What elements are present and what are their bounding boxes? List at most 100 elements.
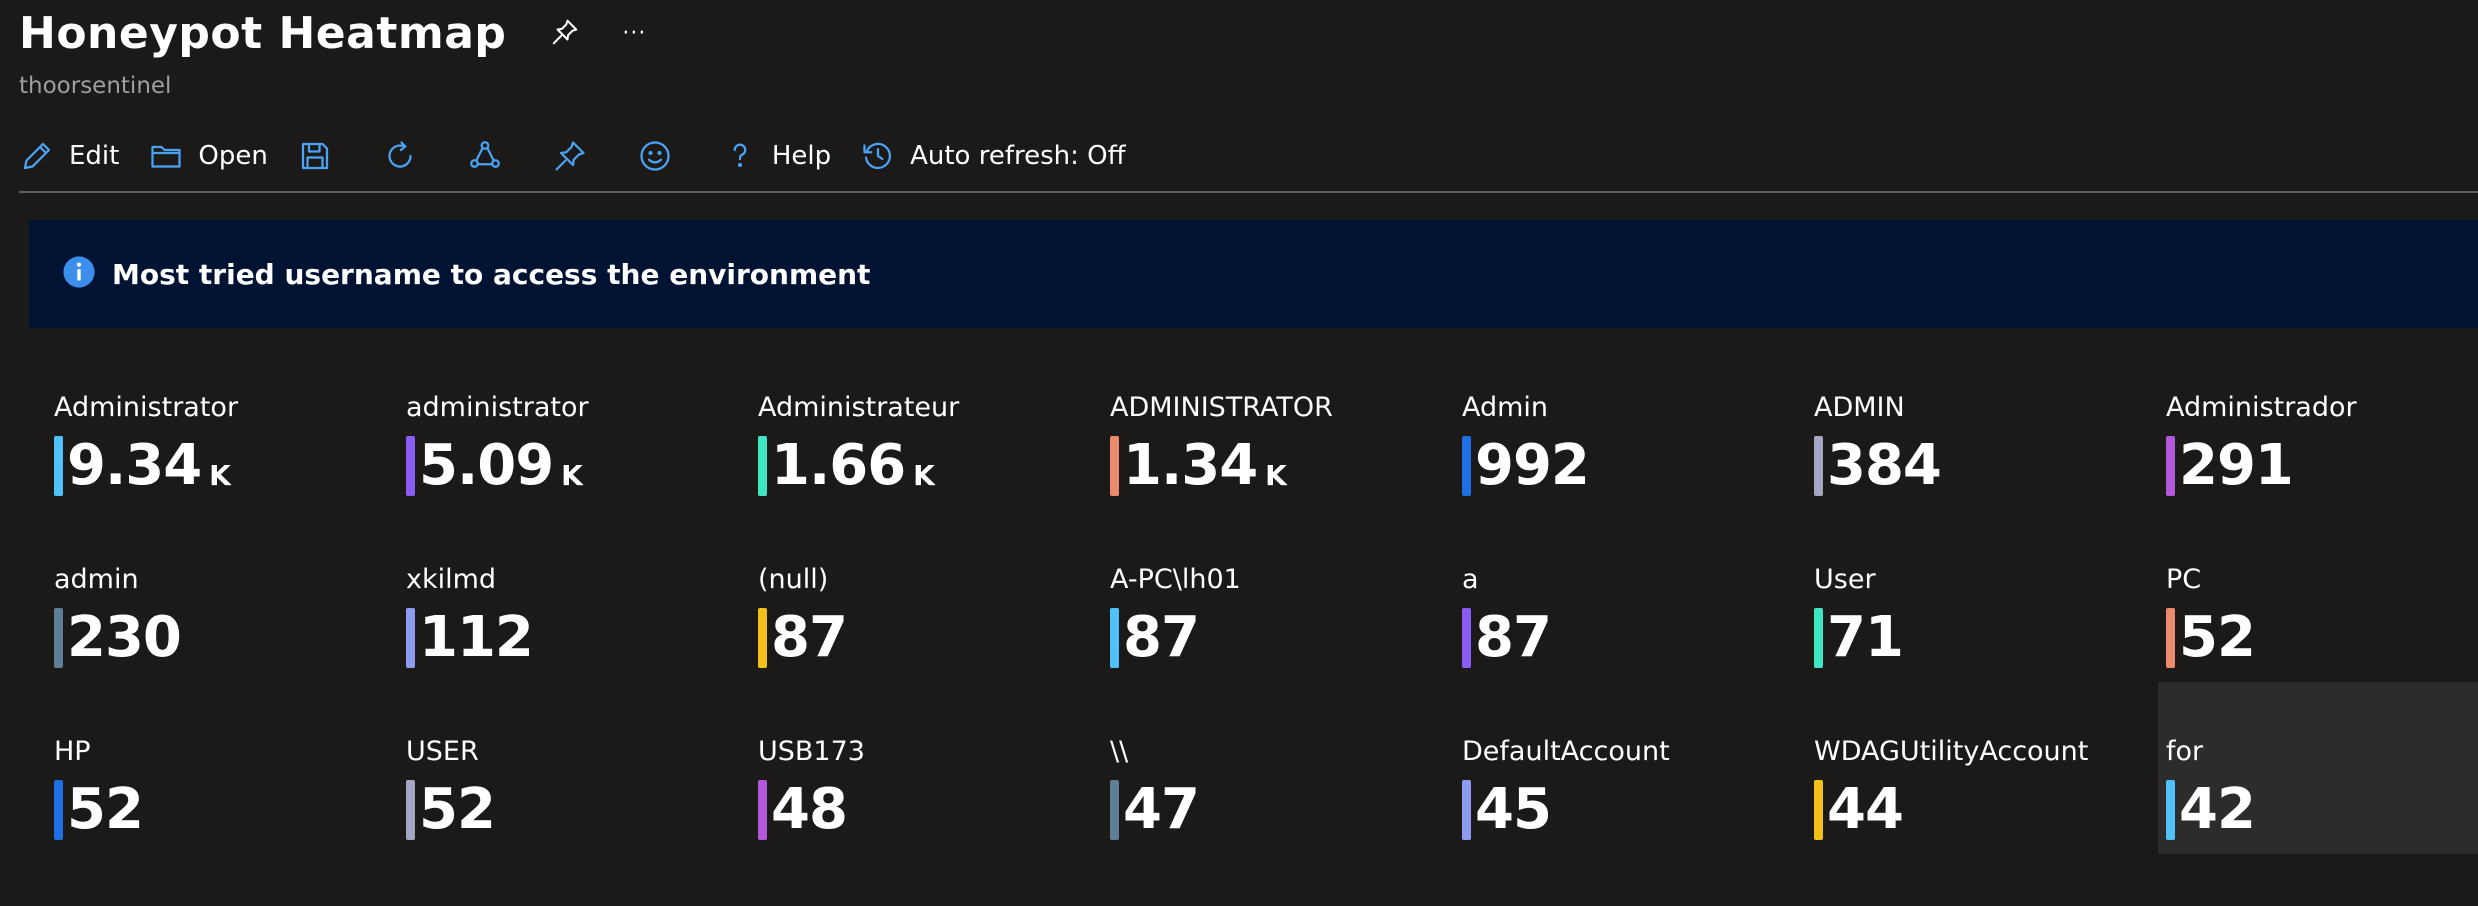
- username-tile[interactable]: DefaultAccount 45: [1462, 734, 1814, 906]
- tile-label: HP: [54, 736, 91, 767]
- tile-color-bar: [54, 608, 63, 668]
- tile-value: 48: [758, 780, 1110, 840]
- username-tile[interactable]: User 71: [1814, 562, 2166, 734]
- username-tile[interactable]: for 42: [2158, 682, 2478, 854]
- auto-refresh-button[interactable]: Auto refresh: Off: [860, 138, 1126, 174]
- username-tile[interactable]: A-PC\lh01 87: [1110, 562, 1462, 734]
- tile-value: 9.34 K: [54, 436, 406, 496]
- tile-label: DefaultAccount: [1462, 736, 1670, 767]
- tile-unit: K: [1265, 459, 1287, 492]
- tile-label: xkilmd: [406, 564, 497, 595]
- pencil-icon: [19, 138, 55, 174]
- tile-label: USB173: [758, 736, 865, 767]
- toolbar: Edit Open Help Auto refresh: Off: [19, 128, 1155, 184]
- username-tile[interactable]: USER 52: [406, 734, 758, 906]
- tile-label: ADMIN: [1814, 392, 1905, 423]
- tile-count: 230: [67, 605, 182, 670]
- feedback-button[interactable]: [637, 138, 673, 174]
- tile-label: \\: [1110, 736, 1129, 767]
- ellipsis-icon[interactable]: ···: [622, 21, 646, 46]
- username-tile[interactable]: admin 230: [54, 562, 406, 734]
- tile-unit: K: [209, 459, 231, 492]
- username-tile[interactable]: ADMINISTRATOR 1.34 K: [1110, 390, 1462, 562]
- tile-value: 1.34 K: [1110, 436, 1462, 496]
- username-tile[interactable]: ADMIN 384: [1814, 390, 2166, 562]
- tile-label: USER: [406, 736, 479, 767]
- tile-label: a: [1462, 564, 1479, 595]
- tile-count: 42: [2179, 777, 2256, 842]
- username-tile[interactable]: HP 52: [54, 734, 406, 906]
- help-button[interactable]: Help: [722, 138, 831, 174]
- tile-value: 112: [406, 608, 758, 668]
- tile-color-bar: [54, 436, 63, 496]
- tile-color-bar: [406, 780, 415, 840]
- tile-value: 44: [1814, 780, 2166, 840]
- tile-count: 1.34: [1123, 433, 1258, 498]
- tile-value: 87: [1462, 608, 1814, 668]
- tile-label: Admin: [1462, 392, 1549, 423]
- title-row: Honeypot Heatmap ···: [19, 8, 646, 59]
- username-tile[interactable]: Admin 992: [1462, 390, 1814, 562]
- tile-color-bar: [1110, 780, 1119, 840]
- edit-button[interactable]: Edit: [19, 138, 119, 174]
- auto-refresh-label: Auto refresh: Off: [910, 141, 1126, 171]
- username-tiles: Administrator 9.34 Kadministrator 5.09 K Admi…: [54, 390, 2478, 906]
- username-tile[interactable]: Administrator 9.34 K: [54, 390, 406, 562]
- save-button[interactable]: [297, 138, 333, 174]
- username-tile[interactable]: a 87: [1462, 562, 1814, 734]
- page-subtitle: thoorsentinel: [19, 73, 172, 99]
- tile-label: WDAGUtilityAccount: [1814, 736, 2089, 767]
- tile-count: 112: [419, 605, 534, 670]
- tile-count: 87: [1123, 605, 1200, 670]
- tile-value: 45: [1462, 780, 1814, 840]
- tile-color-bar: [758, 780, 767, 840]
- open-label: Open: [198, 141, 268, 171]
- tile-color-bar: [406, 436, 415, 496]
- tile-label: Administrateur: [758, 392, 960, 423]
- folder-icon: [148, 138, 184, 174]
- pin-icon: [552, 138, 588, 174]
- tile-value: 5.09 K: [406, 436, 758, 496]
- tile-value: 52: [2166, 608, 2478, 668]
- username-tile[interactable]: (null) 87: [758, 562, 1110, 734]
- question-icon: [722, 138, 758, 174]
- tile-unit: K: [561, 459, 583, 492]
- open-button[interactable]: Open: [148, 138, 268, 174]
- tile-label: A-PC\lh01: [1110, 564, 1241, 595]
- tile-value: 47: [1110, 780, 1462, 840]
- tile-color-bar: [1110, 436, 1119, 496]
- tile-color-bar: [2166, 780, 2175, 840]
- tile-count: 52: [67, 777, 144, 842]
- banner-text: Most tried username to access the enviro…: [112, 257, 871, 291]
- pin-icon[interactable]: [550, 17, 580, 51]
- tile-color-bar: [406, 608, 415, 668]
- tile-value: 384: [1814, 436, 2166, 496]
- smiley-icon: [637, 138, 673, 174]
- tile-color-bar: [1814, 436, 1823, 496]
- share-icon: [467, 138, 503, 174]
- username-tile[interactable]: administrator 5.09 K: [406, 390, 758, 562]
- tile-value: 87: [758, 608, 1110, 668]
- tile-color-bar: [1462, 608, 1471, 668]
- page-title: Honeypot Heatmap: [19, 8, 507, 59]
- tile-label: Administrador: [2166, 392, 2357, 423]
- username-tile[interactable]: \\ 47: [1110, 734, 1462, 906]
- tile-value: 42: [2166, 780, 2478, 840]
- tile-label: for: [2166, 736, 2204, 767]
- tile-count: 71: [1827, 605, 1904, 670]
- username-tile[interactable]: WDAGUtilityAccount 44: [1814, 734, 2166, 906]
- username-tile[interactable]: USB173 48: [758, 734, 1110, 906]
- tile-count: 5.09: [419, 433, 554, 498]
- username-tile[interactable]: Administrateur 1.66 K: [758, 390, 1110, 562]
- share-button[interactable]: [467, 138, 503, 174]
- username-tile[interactable]: xkilmd 112: [406, 562, 758, 734]
- tile-count: 45: [1475, 777, 1552, 842]
- tile-label: administrator: [406, 392, 589, 423]
- save-icon: [297, 138, 333, 174]
- tile-color-bar: [1110, 608, 1119, 668]
- refresh-button[interactable]: [382, 138, 418, 174]
- pin-dashboard-button[interactable]: [552, 138, 588, 174]
- tile-value: 992: [1462, 436, 1814, 496]
- tile-color-bar: [758, 436, 767, 496]
- username-tile[interactable]: Administrador 291: [2166, 390, 2478, 562]
